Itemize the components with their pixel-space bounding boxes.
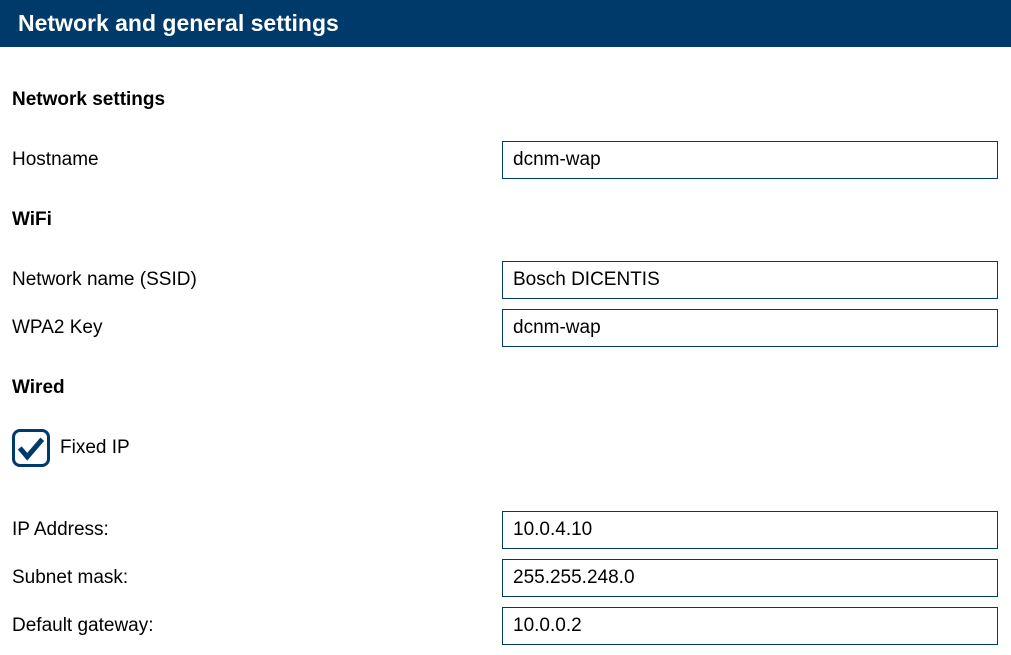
fixed-ip-label: Fixed IP [60,437,130,459]
subnet-mask-input[interactable] [502,559,998,597]
page-title: Network and general settings [18,10,339,36]
subnet-mask-row: Subnet mask: [12,559,999,597]
default-gateway-input[interactable] [502,607,998,645]
ssid-label: Network name (SSID) [12,269,502,291]
page-header: Network and general settings [0,0,1011,47]
hostname-label: Hostname [12,149,502,171]
content-area: Network settings Hostname WiFi Network n… [0,89,1011,645]
fixed-ip-row: Fixed IP [12,429,999,467]
subnet-mask-label: Subnet mask: [12,567,502,589]
network-settings-heading: Network settings [12,89,999,111]
ip-address-input[interactable] [502,511,998,549]
wpa2-label: WPA2 Key [12,317,502,339]
fixed-ip-checkbox[interactable] [12,429,50,467]
ssid-input[interactable] [502,261,998,299]
wpa2-row: WPA2 Key [12,309,999,347]
ip-address-label: IP Address: [12,519,502,541]
checkmark-icon [16,433,46,463]
wifi-heading: WiFi [12,209,999,231]
hostname-input[interactable] [502,141,998,179]
wpa2-input[interactable] [502,309,998,347]
ip-address-row: IP Address: [12,511,999,549]
ssid-row: Network name (SSID) [12,261,999,299]
default-gateway-label: Default gateway: [12,615,502,637]
default-gateway-row: Default gateway: [12,607,999,645]
wired-heading: Wired [12,377,999,399]
hostname-row: Hostname [12,141,999,179]
